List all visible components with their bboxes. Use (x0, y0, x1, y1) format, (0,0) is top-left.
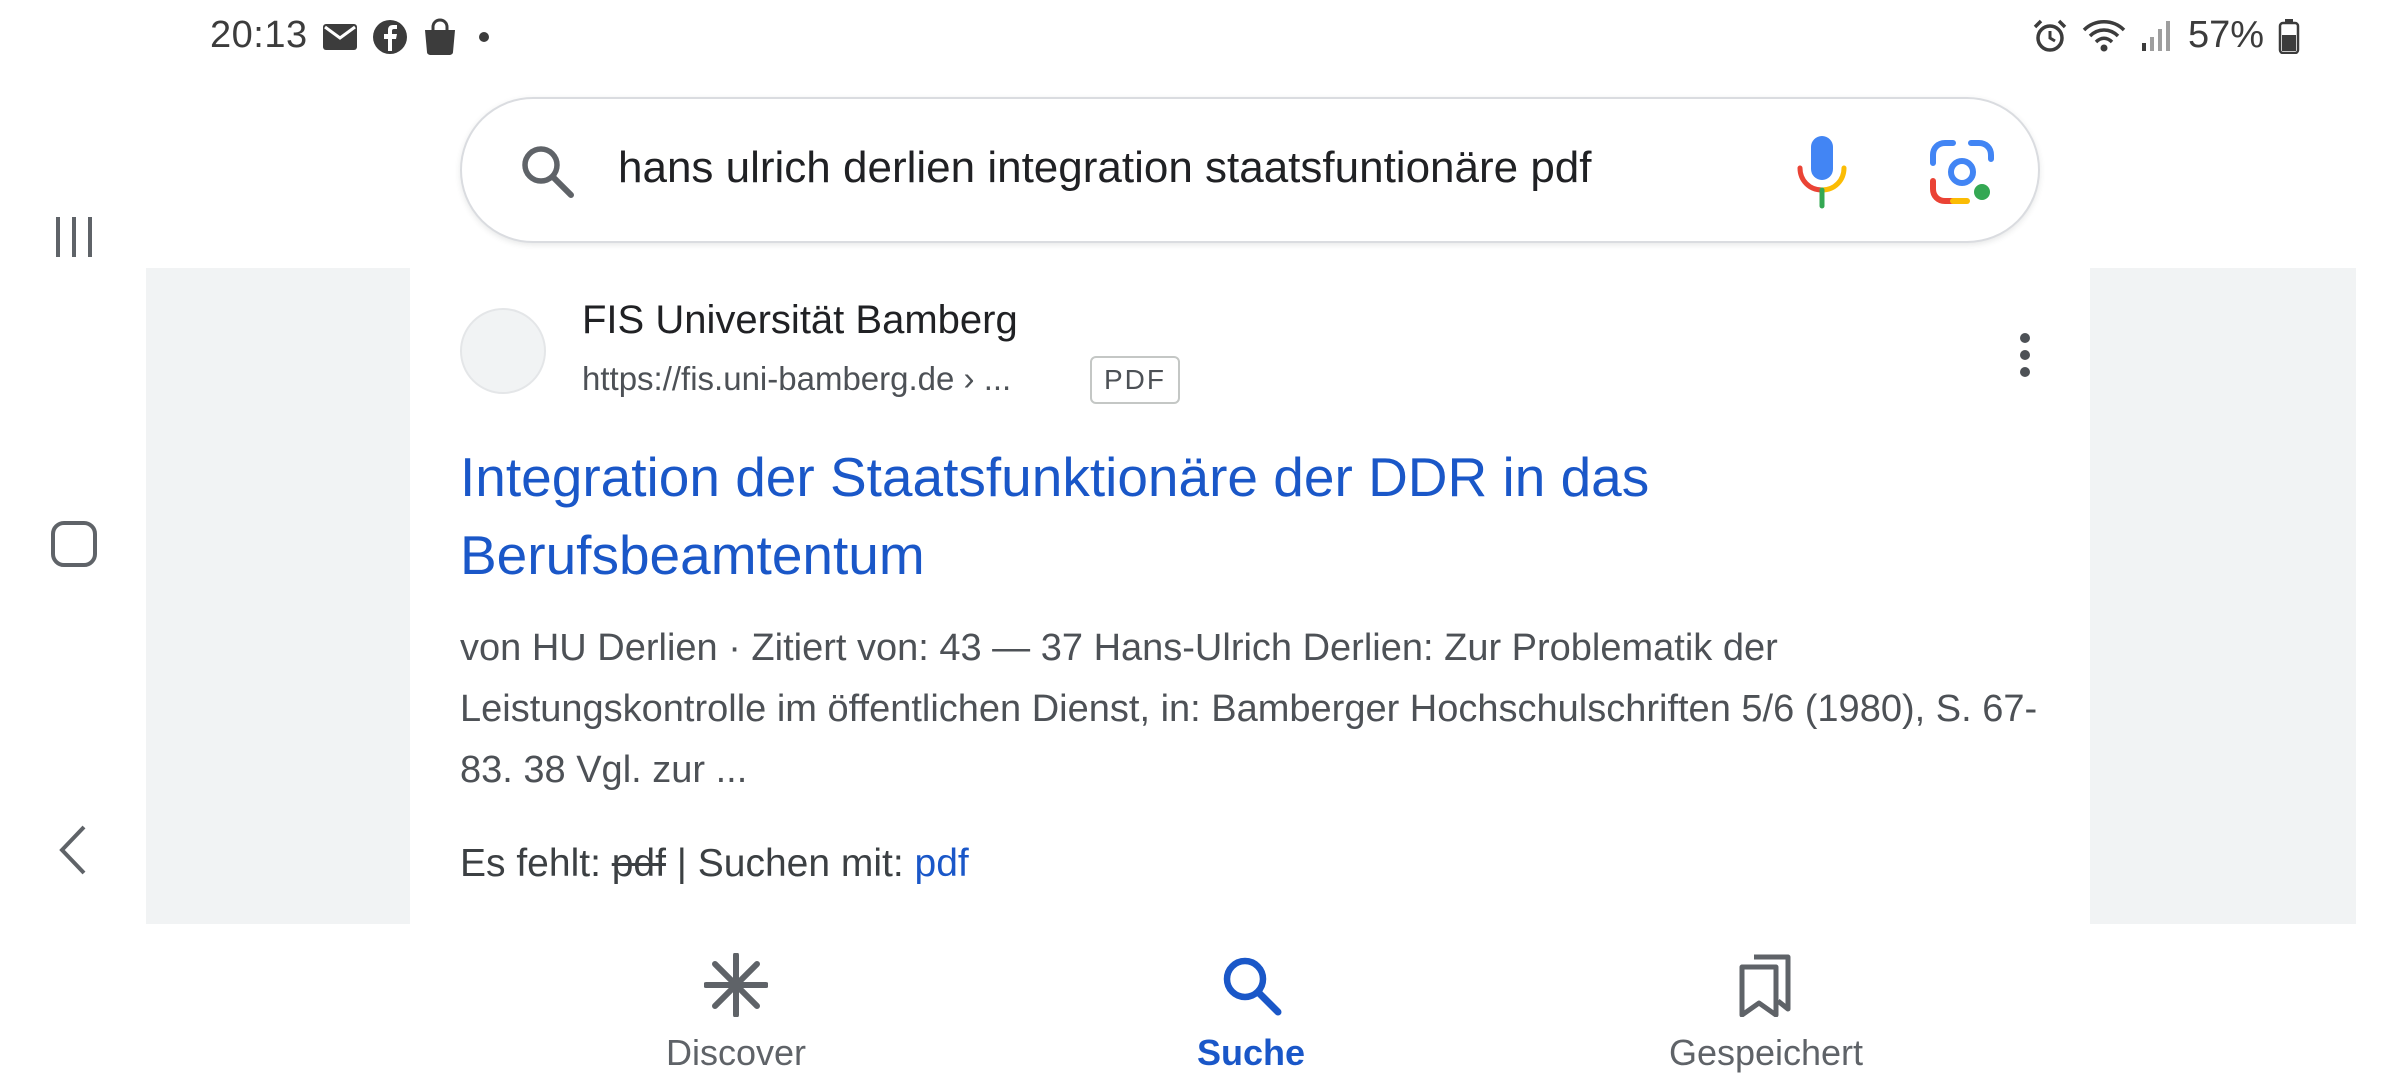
alarm-icon (2033, 19, 2067, 52)
result-title-link[interactable]: Integration der Staatsfunktionäre der DD… (460, 438, 2040, 594)
recent-apps-icon (56, 217, 92, 257)
nav-search-label: Suche (1196, 1032, 1306, 1073)
microphone-icon[interactable] (1787, 134, 1857, 210)
recent-apps-button[interactable] (45, 208, 103, 266)
missing-prefix: Es fehlt: (460, 842, 612, 885)
discover-icon (704, 953, 768, 1017)
nav-saved[interactable]: Gespeichert (1616, 950, 1916, 1074)
dot-icon (479, 32, 489, 42)
missing-term: pdf (611, 842, 666, 885)
bottom-navigation: Discover Suche Gespeichert (146, 924, 2356, 1080)
back-button[interactable] (45, 821, 103, 879)
back-icon (59, 825, 86, 875)
status-system-icons: 57% (2032, 14, 2300, 57)
home-button[interactable] (45, 515, 103, 573)
battery-percent: 57% (2187, 14, 2264, 56)
search-input[interactable]: hans ulrich derlien integration staatsfu… (618, 143, 1592, 193)
nav-discover-label: Discover (665, 1032, 807, 1073)
status-time: 20:13 (210, 14, 308, 56)
nav-saved-label: Gespeichert (1668, 1032, 1864, 1073)
facebook-icon (373, 20, 407, 54)
signal-icon (2141, 20, 2170, 51)
google-lens-icon[interactable] (1927, 137, 1997, 207)
result-site-name[interactable]: FIS Universität Bamberg (582, 298, 1018, 343)
result-url[interactable]: https://fis.uni-bamberg.de › ... (582, 360, 1011, 398)
more-options-icon[interactable] (2010, 330, 2040, 380)
mail-icon (323, 24, 357, 50)
search-with-link[interactable]: pdf (915, 842, 969, 885)
bookmarks-icon (1739, 954, 1791, 1017)
result-snippet: von HU Derlien · Zitiert von: 43 — 37 Ha… (460, 627, 2038, 791)
battery-icon (2278, 18, 2300, 54)
site-favicon[interactable] (460, 308, 546, 394)
search-with-prefix: | Suchen mit: (665, 842, 915, 885)
search-icon[interactable] (517, 141, 577, 201)
nav-discover[interactable]: Discover (586, 950, 886, 1074)
shopping-bag-icon (425, 18, 455, 55)
missing-terms-line: Es fehlt: pdf | Suchen mit: pdf (460, 842, 969, 886)
status-notification-icons (322, 18, 496, 56)
search-icon (1223, 957, 1282, 1016)
wifi-icon (2082, 19, 2126, 51)
nav-search[interactable]: Suche (1101, 950, 1401, 1074)
home-icon (51, 521, 97, 567)
search-bar[interactable]: hans ulrich derlien integration staatsfu… (460, 97, 2040, 243)
file-type-badge: PDF (1090, 356, 1180, 404)
system-navigation-bar (0, 72, 146, 1080)
status-bar: 20:13 57% (0, 0, 2400, 72)
search-result-card: FIS Universität Bamberg https://fis.uni-… (410, 268, 2090, 924)
